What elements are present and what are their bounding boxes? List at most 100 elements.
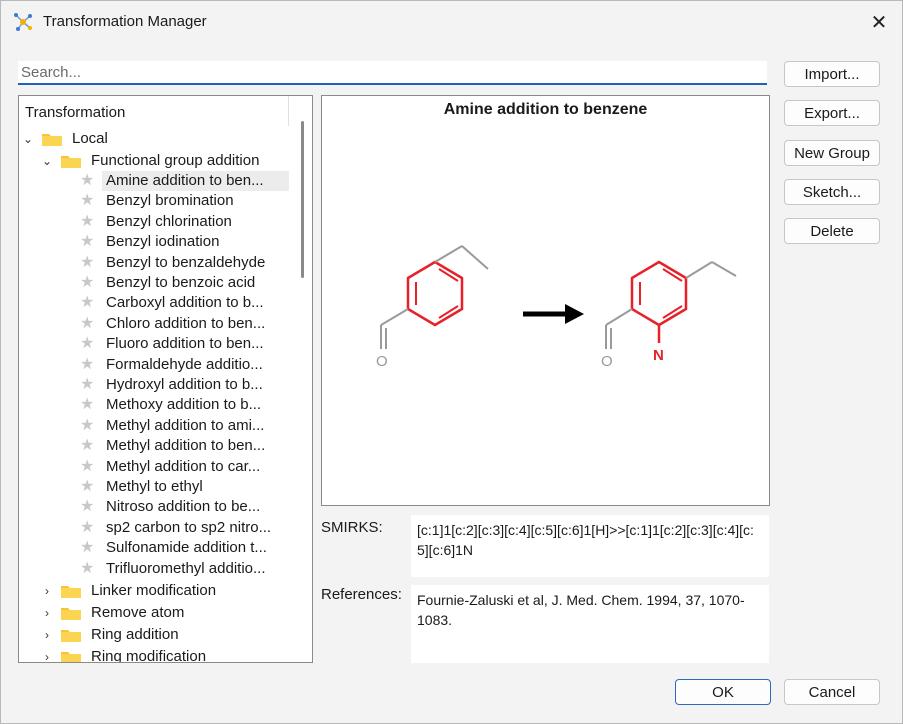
tree-leaf-label: Formaldehyde additio...	[106, 355, 263, 373]
molecule-icon	[14, 13, 32, 31]
sketch-button[interactable]: Sketch...	[784, 179, 880, 205]
tree-leaf-label: Amine addition to ben...	[106, 172, 264, 189]
star-icon: ★	[80, 233, 95, 251]
tree-column-header: Transformation	[25, 104, 126, 121]
import-button[interactable]: Import...	[784, 61, 880, 87]
tree-leaf-item[interactable]: ★ Benzyl to benzaldehyde	[80, 253, 289, 273]
tree-leaf-item[interactable]: ★ Benzyl bromination	[80, 191, 289, 211]
product-oxygen-label: O	[601, 353, 613, 370]
tree-leaf-label: Methyl addition to ben...	[106, 437, 266, 455]
close-button[interactable]: ✕	[862, 7, 896, 37]
column-divider	[288, 96, 289, 126]
cancel-button[interactable]: Cancel	[784, 679, 880, 705]
star-icon: ★	[80, 539, 95, 557]
star-icon: ★	[80, 457, 95, 475]
folder-icon	[61, 652, 81, 662]
tree-node-label: Ring addition	[91, 626, 179, 643]
folder-icon	[61, 630, 81, 642]
chevron-down-icon[interactable]: ⌄	[21, 129, 35, 149]
tree-node-local[interactable]: ⌄ Local	[19, 129, 289, 149]
tree-leaf-item[interactable]: ★ Carboxyl addition to b...	[80, 293, 289, 313]
tree-leaf-item[interactable]: ★ Formaldehyde additio...	[80, 355, 289, 375]
tree-leaf-label: sp2 carbon to sp2 nitro...	[106, 518, 272, 536]
star-icon: ★	[80, 314, 95, 332]
tree-leaf-item[interactable]: ★ Methoxy addition to b...	[80, 395, 289, 415]
tree-leaf-item[interactable]: ★ Sulfonamide addition t...	[80, 538, 289, 558]
tree-leaf-item[interactable]: ★ Methyl addition to ben...	[80, 436, 289, 456]
ok-button[interactable]: OK	[675, 679, 771, 705]
tree-leaf-item[interactable]: ★ Chloro addition to ben...	[80, 314, 289, 334]
chevron-right-icon[interactable]: ›	[40, 581, 54, 601]
delete-button[interactable]: Delete	[784, 218, 880, 244]
tree-leaf-item[interactable]: ★ sp2 carbon to sp2 nitro...	[80, 518, 289, 538]
tree-leaf-item[interactable]: ★ Benzyl chlorination	[80, 212, 289, 232]
tree-leaf-label: Methyl to ethyl	[106, 478, 203, 495]
tree-node-label: Remove atom	[91, 604, 185, 621]
references-label: References:	[321, 586, 402, 603]
chevron-right-icon[interactable]: ›	[40, 603, 54, 623]
star-icon: ★	[80, 335, 95, 353]
tree-leaf-item[interactable]: ★ Methyl addition to car...	[80, 457, 289, 477]
star-icon: ★	[80, 478, 95, 495]
search-input[interactable]	[18, 61, 767, 85]
references-field[interactable]: Fournie-Zaluski et al, J. Med. Chem. 199…	[411, 585, 769, 663]
tree-leaf-label: Benzyl bromination	[106, 192, 234, 210]
new-group-button[interactable]: New Group	[784, 140, 880, 166]
tree-leaf-item[interactable]: ★ Hydroxyl addition to b...	[80, 375, 289, 395]
star-icon: ★	[80, 416, 95, 434]
product-structure	[605, 260, 737, 349]
tree-leaf-label: Benzyl iodination	[106, 233, 220, 251]
tree-leaf-label: Benzyl to benzoic acid	[106, 274, 256, 291]
chevron-right-icon[interactable]: ›	[40, 625, 54, 645]
tree-node-functional-group-addition[interactable]: ⌄ Functional group addition	[19, 151, 289, 171]
star-icon: ★	[80, 376, 95, 393]
tree-node-label: Linker modification	[91, 582, 217, 599]
tree-node-group[interactable]: › Remove atom	[19, 603, 289, 623]
tree-leaf-item[interactable]: ★ Methyl addition to ami...	[80, 416, 289, 436]
tree-leaf-label: Methyl addition to ami...	[106, 416, 265, 434]
folder-icon	[61, 608, 81, 620]
title-bar[interactable]: Transformation Manager ✕	[1, 1, 902, 43]
tree-leaf-label: Methyl addition to car...	[106, 457, 261, 475]
tree-leaf-label: Benzyl to benzaldehyde	[106, 253, 266, 271]
tree-leaf-label: Hydroxyl addition to b...	[106, 376, 263, 393]
tree-scrollbar[interactable]	[301, 121, 304, 278]
tree-leaf-item[interactable]: ★ Amine addition to ben...	[80, 171, 289, 191]
tree-node-label: Functional group addition	[91, 152, 260, 169]
transformation-tree[interactable]: Transformation ⌄ Local ⌄ Functional grou…	[18, 95, 313, 663]
tree-leaf-label: Fluoro addition to ben...	[106, 335, 264, 353]
chevron-right-icon[interactable]: ›	[40, 647, 54, 662]
transformation-manager-window: Transformation Manager ✕ Import... Expor…	[0, 0, 903, 724]
tree-leaf-label: Benzyl chlorination	[106, 212, 232, 230]
tree-leaf-item[interactable]: ★ Nitroso addition to be...	[80, 497, 289, 517]
tree-leaf-label: Methoxy addition to b...	[106, 396, 262, 414]
tree-node-group[interactable]: › Ring modification	[19, 647, 289, 662]
tree-leaf-item[interactable]: ★ Methyl to ethyl	[80, 477, 289, 497]
tree-leaf-label: Carboxyl addition to b...	[106, 294, 264, 312]
star-icon: ★	[80, 192, 95, 210]
star-icon: ★	[80, 518, 95, 536]
star-icon: ★	[80, 498, 95, 516]
structure-preview: Amine addition to benzene O O N	[321, 95, 770, 506]
tree-leaf-item[interactable]: ★ Fluoro addition to ben...	[80, 334, 289, 354]
chevron-down-icon[interactable]: ⌄	[40, 151, 54, 171]
smirks-label: SMIRKS:	[321, 519, 383, 536]
tree-node-group[interactable]: › Linker modification	[19, 581, 289, 601]
star-icon: ★	[80, 274, 95, 291]
tree-leaf-label: Chloro addition to ben...	[106, 314, 266, 332]
star-icon: ★	[80, 559, 95, 577]
tree-leaf-label: Nitroso addition to be...	[106, 498, 261, 516]
star-icon: ★	[80, 253, 95, 271]
tree-node-group[interactable]: › Ring addition	[19, 625, 289, 645]
tree-leaf-item[interactable]: ★ Benzyl iodination	[80, 232, 289, 252]
window-title: Transformation Manager	[43, 13, 207, 30]
reaction-arrowhead	[565, 304, 584, 324]
reactant-oxygen-label: O	[376, 353, 388, 370]
folder-icon	[42, 134, 62, 146]
export-button[interactable]: Export...	[784, 100, 880, 126]
tree-node-label: Local	[72, 130, 108, 147]
smirks-field[interactable]: [c:1]1[c:2][c:3][c:4][c:5][c:6]1[H]>>[c:…	[411, 515, 769, 577]
tree-leaf-item[interactable]: ★ Trifluoromethyl additio...	[80, 559, 289, 579]
tree-leaf-label: Sulfonamide addition t...	[106, 539, 267, 557]
tree-leaf-item[interactable]: ★ Benzyl to benzoic acid	[80, 273, 289, 293]
